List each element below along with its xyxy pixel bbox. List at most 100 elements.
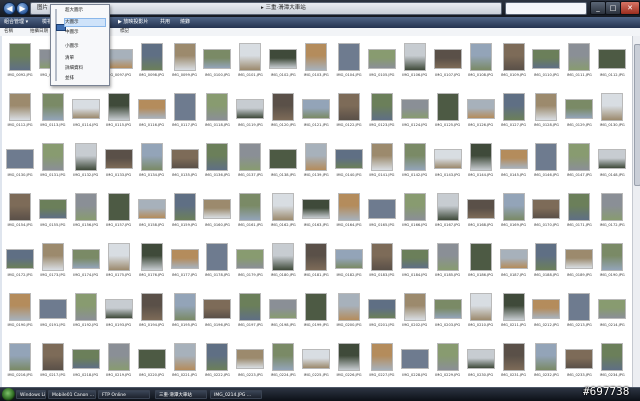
photo-tile[interactable]: IMG_0092.JPG bbox=[4, 38, 36, 86]
photo-tile[interactable]: IMG_0121.JPG bbox=[300, 88, 332, 136]
photo-tile[interactable]: IMG_0102.JPG bbox=[267, 38, 299, 86]
photo-tile[interactable]: IMG_0197.JPG bbox=[234, 288, 266, 336]
photo-tile[interactable]: IMG_0110.JPG bbox=[530, 38, 562, 86]
photo-tile[interactable]: IMG_0172.JPG bbox=[596, 188, 628, 236]
taskbar-item[interactable]: Mobile01 Canon ... bbox=[48, 390, 96, 399]
photo-tile[interactable]: IMG_0181.JPG bbox=[300, 238, 332, 286]
photo-tile[interactable]: IMG_0185.JPG bbox=[432, 238, 464, 286]
search-input[interactable] bbox=[505, 2, 587, 15]
photo-tile[interactable]: IMG_0142.JPG bbox=[399, 138, 431, 186]
photo-tile[interactable]: IMG_0190.JPG bbox=[4, 288, 36, 336]
photo-tile[interactable]: IMG_0123.JPG bbox=[366, 88, 398, 136]
photo-tile[interactable]: IMG_0200.JPG bbox=[333, 288, 365, 336]
photo-tile[interactable]: IMG_0112.JPG bbox=[4, 88, 36, 136]
photo-tile[interactable]: IMG_0104.JPG bbox=[333, 38, 365, 86]
photo-tile[interactable]: IMG_0157.JPG bbox=[103, 188, 135, 236]
photo-tile[interactable]: IMG_0231.JPG bbox=[498, 338, 530, 386]
photo-tile[interactable]: IMG_0147.JPG bbox=[563, 138, 595, 186]
photo-tile[interactable]: IMG_0155.JPG bbox=[37, 188, 69, 236]
photo-tile[interactable]: IMG_0229.JPG bbox=[432, 338, 464, 386]
photo-tile[interactable]: IMG_0176.JPG bbox=[136, 238, 168, 286]
photo-tile[interactable]: IMG_0186.JPG bbox=[465, 238, 497, 286]
address-root[interactable]: 图片 bbox=[37, 3, 48, 14]
menu-item-details[interactable]: 詳細資料 bbox=[65, 65, 105, 72]
photo-tile[interactable]: IMG_0099.JPG bbox=[169, 38, 201, 86]
photo-tile[interactable]: IMG_0131.JPG bbox=[37, 138, 69, 186]
photo-tile[interactable]: IMG_0103.JPG bbox=[300, 38, 332, 86]
photo-tile[interactable]: IMG_0117.JPG bbox=[169, 88, 201, 136]
photo-tile[interactable]: IMG_0132.JPG bbox=[70, 138, 102, 186]
photo-tile[interactable]: IMG_0212.JPG bbox=[530, 288, 562, 336]
photo-tile[interactable]: IMG_0217.JPG bbox=[37, 338, 69, 386]
photo-tile[interactable]: IMG_0234.JPG bbox=[596, 338, 628, 386]
photo-tile[interactable]: IMG_0154.JPG bbox=[4, 188, 36, 236]
photo-tile[interactable]: IMG_0184.JPG bbox=[399, 238, 431, 286]
photo-tile[interactable]: IMG_0227.JPG bbox=[366, 338, 398, 386]
photo-tile[interactable]: IMG_0143.JPG bbox=[432, 138, 464, 186]
photo-tile[interactable]: IMG_0109.JPG bbox=[498, 38, 530, 86]
photo-tile[interactable]: IMG_0119.JPG bbox=[234, 88, 266, 136]
photo-tile[interactable]: IMG_0203.JPG bbox=[432, 288, 464, 336]
slideshow-button[interactable]: ▶ 放映投影片 bbox=[118, 17, 148, 28]
photo-tile[interactable]: IMG_0098.JPG bbox=[136, 38, 168, 86]
taskbar-item[interactable]: IMG_0214.JPG ... bbox=[210, 390, 262, 399]
back-button[interactable]: ◀ bbox=[3, 2, 16, 15]
photo-tile[interactable]: IMG_0167.JPG bbox=[432, 188, 464, 236]
address-path[interactable]: ▸ 三重·滑潭大車站 bbox=[261, 3, 306, 14]
photo-tile[interactable]: IMG_0144.JPG bbox=[465, 138, 497, 186]
photo-tile[interactable]: IMG_0233.JPG bbox=[563, 338, 595, 386]
photo-tile[interactable]: IMG_0129.JPG bbox=[563, 88, 595, 136]
photo-tile[interactable]: IMG_0124.JPG bbox=[399, 88, 431, 136]
photo-tile[interactable]: IMG_0220.JPG bbox=[136, 338, 168, 386]
photo-tile[interactable]: IMG_0118.JPG bbox=[201, 88, 233, 136]
vertical-scrollbar[interactable] bbox=[632, 36, 640, 387]
photo-tile[interactable]: IMG_0128.JPG bbox=[530, 88, 562, 136]
photo-tile[interactable]: IMG_0137.JPG bbox=[234, 138, 266, 186]
photo-tile[interactable]: IMG_0100.JPG bbox=[201, 38, 233, 86]
menu-item-small[interactable]: 小圖示 bbox=[65, 43, 105, 50]
photo-tile[interactable]: IMG_0135.JPG bbox=[169, 138, 201, 186]
photo-tile[interactable]: IMG_0116.JPG bbox=[136, 88, 168, 136]
photo-tile[interactable]: IMG_0115.JPG bbox=[103, 88, 135, 136]
photo-tile[interactable]: IMG_0105.JPG bbox=[366, 38, 398, 86]
photo-tile[interactable]: IMG_0214.JPG bbox=[596, 288, 628, 336]
photo-tile[interactable]: IMG_0169.JPG bbox=[498, 188, 530, 236]
photo-tile[interactable]: IMG_0219.JPG bbox=[103, 338, 135, 386]
photo-tile[interactable]: IMG_0101.JPG bbox=[234, 38, 266, 86]
photo-tile[interactable]: IMG_0106.JPG bbox=[399, 38, 431, 86]
photo-tile[interactable]: IMG_0156.JPG bbox=[70, 188, 102, 236]
photo-tile[interactable]: IMG_0193.JPG bbox=[103, 288, 135, 336]
photo-tile[interactable]: IMG_0145.JPG bbox=[498, 138, 530, 186]
photo-tile[interactable]: IMG_0111.JPG bbox=[563, 38, 595, 86]
photo-tile[interactable]: IMG_0179.JPG bbox=[234, 238, 266, 286]
photo-tile[interactable]: IMG_0171.JPG bbox=[563, 188, 595, 236]
photo-tile[interactable]: IMG_0140.JPG bbox=[333, 138, 365, 186]
photo-tile[interactable]: IMG_0225.JPG bbox=[300, 338, 332, 386]
photo-tile[interactable]: IMG_0164.JPG bbox=[333, 188, 365, 236]
photo-tile[interactable]: IMG_0112.JPG bbox=[596, 38, 628, 86]
photo-tile[interactable]: IMG_0201.JPG bbox=[366, 288, 398, 336]
photo-tile[interactable]: IMG_0108.JPG bbox=[465, 38, 497, 86]
photo-tile[interactable]: IMG_0223.JPG bbox=[234, 338, 266, 386]
photo-tile[interactable]: IMG_0170.JPG bbox=[530, 188, 562, 236]
photo-tile[interactable]: IMG_0210.JPG bbox=[465, 288, 497, 336]
menu-item-large[interactable]: 大圖示 bbox=[64, 18, 106, 27]
photo-tile[interactable]: IMG_0177.JPG bbox=[169, 238, 201, 286]
photo-tile[interactable]: IMG_0196.JPG bbox=[201, 288, 233, 336]
photo-tile[interactable]: IMG_0190.JPG bbox=[596, 238, 628, 286]
photo-tile[interactable]: IMG_0195.JPG bbox=[169, 288, 201, 336]
photo-tile[interactable]: IMG_0174.JPG bbox=[70, 238, 102, 286]
photo-tile[interactable]: IMG_0232.JPG bbox=[530, 338, 562, 386]
photo-tile[interactable]: IMG_0136.JPG bbox=[201, 138, 233, 186]
photo-tile[interactable]: IMG_0182.JPG bbox=[333, 238, 365, 286]
photo-tile[interactable]: IMG_0199.JPG bbox=[300, 288, 332, 336]
photo-tile[interactable]: IMG_0183.JPG bbox=[366, 238, 398, 286]
burn-button[interactable]: 燒錄 bbox=[180, 17, 190, 28]
photo-tile[interactable]: IMG_0187.JPG bbox=[498, 238, 530, 286]
photo-tile[interactable]: IMG_0158.JPG bbox=[136, 188, 168, 236]
photo-tile[interactable]: IMG_0211.JPG bbox=[498, 288, 530, 336]
photo-tile[interactable]: IMG_0213.JPG bbox=[563, 288, 595, 336]
photo-tile[interactable]: IMG_0162.JPG bbox=[267, 188, 299, 236]
photo-tile[interactable]: IMG_0166.JPG bbox=[399, 188, 431, 236]
photo-tile[interactable]: IMG_0134.JPG bbox=[136, 138, 168, 186]
